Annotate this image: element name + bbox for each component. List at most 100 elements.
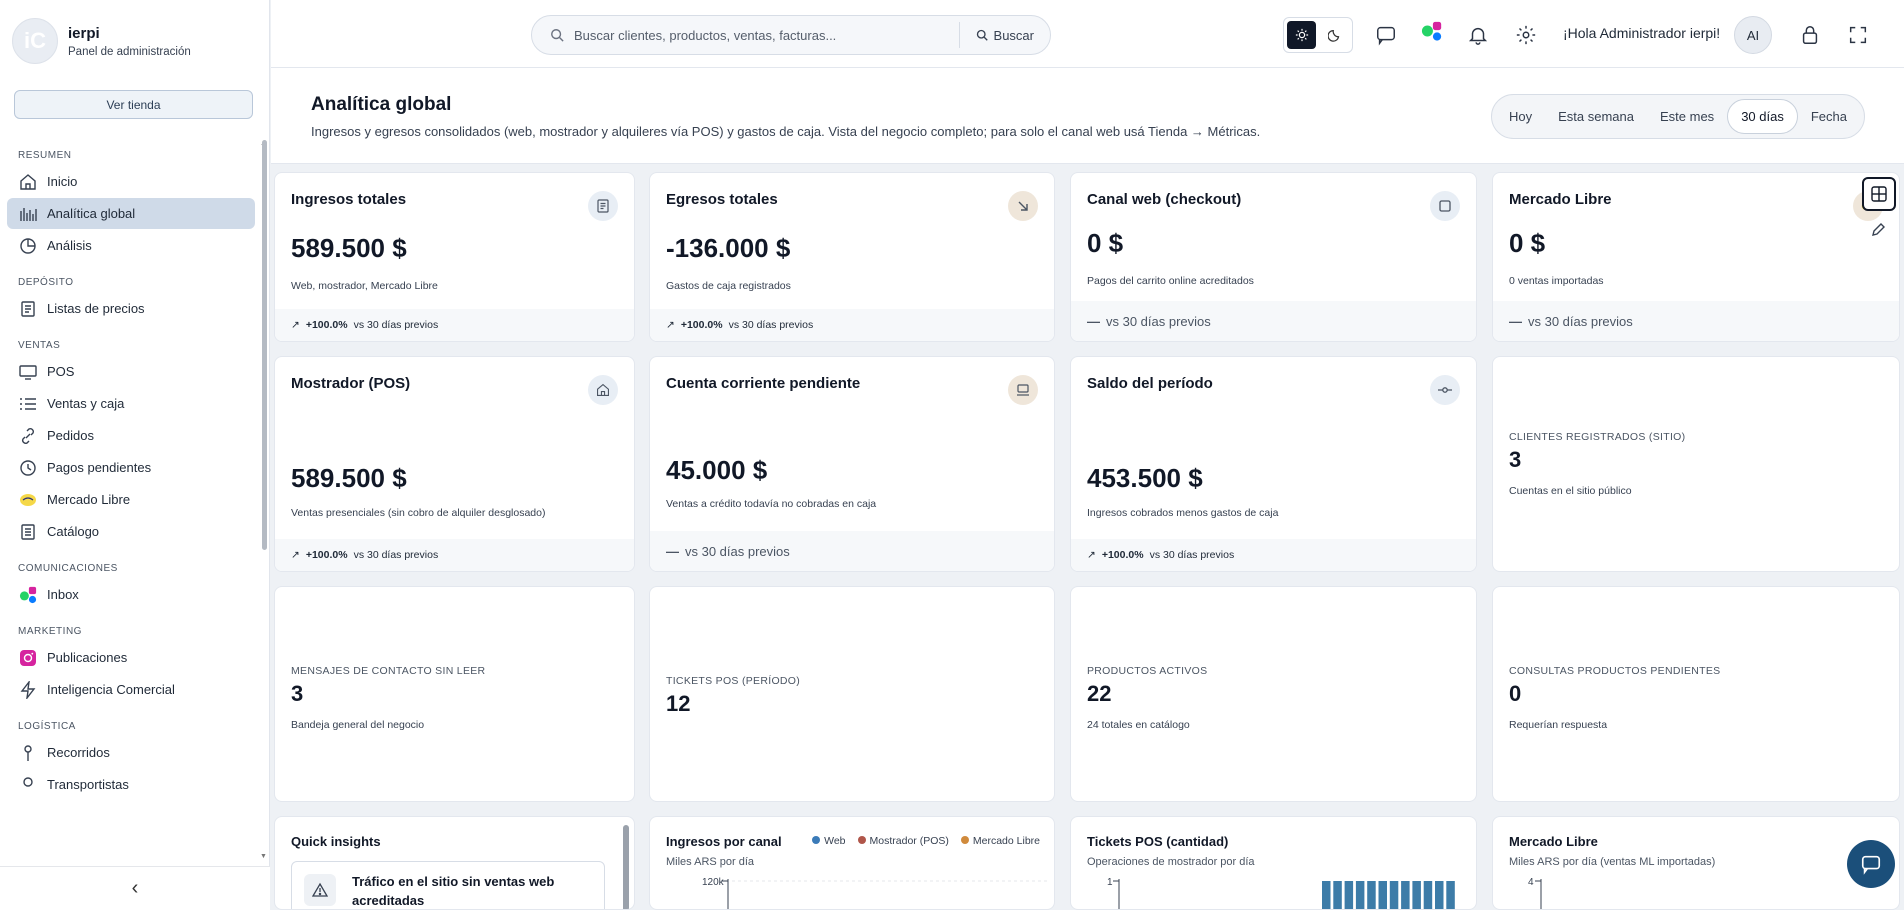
- kpi-title: Cuenta corriente pendiente: [666, 375, 861, 392]
- sidebar-scrollbar[interactable]: [262, 140, 267, 550]
- sidebar-item-catálogo[interactable]: Catálogo: [7, 516, 255, 547]
- arrow-down-right-icon: [1008, 191, 1038, 221]
- pos-bar: [1322, 881, 1331, 909]
- sidebar-item-ventas-y-caja[interactable]: Ventas y caja: [7, 388, 255, 419]
- sidebar-item-listas-de-precios[interactable]: Listas de precios: [7, 293, 255, 324]
- kpi-description: Web, mostrador, Mercado Libre: [291, 280, 438, 292]
- nav-section-title: DEPÓSITO: [18, 277, 74, 288]
- pos-bar: [1389, 881, 1399, 909]
- kpi-footer: — vs 30 días previos: [1493, 301, 1899, 341]
- stat-card: PRODUCTOS ACTIVOS 22 24 totales en catál…: [1070, 586, 1477, 802]
- insights-scrollbar[interactable]: [623, 825, 629, 909]
- messages-icon[interactable]: [1373, 22, 1399, 48]
- sidebar-item-pedidos[interactable]: Pedidos: [7, 420, 255, 451]
- collapse-sidebar-button[interactable]: ‹: [0, 866, 270, 910]
- sidebar-item-transportistas[interactable]: Transportistas: [7, 769, 255, 800]
- lock-icon[interactable]: [1797, 22, 1823, 48]
- trend-up-arrow-icon: ↗: [291, 549, 300, 561]
- sidebar-item-publicaciones[interactable]: Publicaciones: [7, 642, 255, 673]
- nav-section: LOGÍSTICA Recorridos Transportistas: [0, 711, 262, 800]
- social-inbox-icon[interactable]: [1419, 18, 1445, 44]
- kpi-value: -136.000 $: [666, 233, 791, 263]
- sidebar-item-label: POS: [47, 364, 75, 379]
- mercado-libre-chart: Mercado Libre Miles ARS por día (ventas …: [1492, 816, 1900, 910]
- kpi-value: 589.500 $: [291, 233, 407, 263]
- range-tab[interactable]: Hoy: [1496, 99, 1545, 134]
- notifications-bell-icon[interactable]: [1465, 22, 1491, 48]
- stat-value: 3: [291, 681, 304, 706]
- pos-bar: [1435, 881, 1444, 909]
- nav-section: VENTAS POS Ventas y caja Pedidos Pagos pendi…: [0, 330, 262, 547]
- commit-icon: [1430, 375, 1460, 405]
- pos-bar: [1412, 881, 1421, 909]
- kpi-title: Canal web (checkout): [1087, 191, 1242, 208]
- sidebar-item-pagos-pendientes[interactable]: Pagos pendientes: [7, 452, 255, 483]
- kpi-card: Mercado Libre 0 $ 0 ventas importadas — …: [1492, 172, 1900, 342]
- clock-icon: [19, 459, 37, 477]
- stat-value: 3: [1509, 447, 1522, 472]
- dark-theme-button[interactable]: [1320, 21, 1349, 49]
- pos-bar: [1344, 881, 1354, 909]
- kpi-value: 45.000 $: [666, 455, 768, 485]
- sidebar-item-pos[interactable]: POS: [7, 356, 255, 387]
- range-tab[interactable]: Fecha: [1798, 99, 1860, 134]
- square-icon: [1430, 191, 1460, 221]
- range-tab[interactable]: Este mes: [1647, 99, 1727, 134]
- stat-value: 12: [666, 691, 691, 716]
- sidebar-item-inicio[interactable]: Inicio: [7, 166, 255, 197]
- nav-section-title: COMUNICACIONES: [18, 563, 118, 574]
- chat-icon: [1861, 855, 1881, 875]
- stat-description: 24 totales en catálogo: [1087, 719, 1190, 731]
- nav-section-title: MARKETING: [18, 626, 82, 637]
- range-tab[interactable]: 30 días: [1727, 99, 1798, 134]
- date-range-tabs: Hoy Esta semana Este mes 30 días Fecha: [1491, 94, 1865, 139]
- settings-gear-icon[interactable]: [1513, 22, 1539, 48]
- theme-toggle: [1283, 17, 1353, 53]
- insight-item[interactable]: Tráfico en el sitio sin ventas web acred…: [291, 861, 605, 909]
- sidebar-item-recorridos[interactable]: Recorridos: [7, 737, 255, 768]
- kpi-trend: +100.0%: [1101, 549, 1144, 561]
- stat-card: MENSAJES DE CONTACTO SIN LEER 3 Bandeja …: [274, 586, 635, 802]
- range-tab[interactable]: Esta semana: [1545, 99, 1647, 134]
- nav-section: DEPÓSITO Listas de precios: [0, 267, 262, 324]
- brand[interactable]: iC ierpi Panel de administración: [12, 18, 191, 64]
- search-input[interactable]: [574, 27, 959, 43]
- sidebar-item-mercado-libre[interactable]: Mercado Libre: [7, 484, 255, 515]
- stat-label: TICKETS POS (PERÍODO): [666, 675, 801, 687]
- sidebar-item-analítica-global[interactable]: Analítica global: [7, 198, 255, 229]
- lines-icon: [19, 395, 37, 413]
- chart-title: Tickets POS (cantidad): [1087, 834, 1229, 849]
- kpi-compare: vs 30 días previos: [353, 549, 439, 561]
- view-store-button[interactable]: Ver tienda: [14, 90, 253, 119]
- kpi-description: Ventas a crédito todavía no cobradas en …: [666, 498, 877, 510]
- edit-pencil-icon[interactable]: [1870, 222, 1888, 240]
- pos-bar: [1378, 881, 1387, 909]
- trend-up-arrow-icon: ↗: [1087, 549, 1096, 561]
- fullscreen-icon[interactable]: [1845, 22, 1871, 48]
- layout-grid-button[interactable]: [1862, 177, 1896, 211]
- sidebar-item-inteligencia-comercial[interactable]: Inteligencia Comercial: [7, 674, 255, 705]
- kpi-card: Mostrador (POS) 589.500 $ Ventas presenc…: [274, 356, 635, 572]
- kpi-title: Saldo del período: [1087, 375, 1213, 392]
- pos-bar: [1423, 881, 1433, 909]
- user-avatar[interactable]: AI: [1734, 16, 1772, 54]
- kpi-trend: —: [666, 543, 679, 559]
- search-button[interactable]: Buscar: [958, 22, 1050, 48]
- sidebar-item-análisis[interactable]: Análisis: [7, 230, 255, 261]
- legend-web: Web: [812, 835, 846, 847]
- kpi-compare: vs 30 días previos: [728, 319, 814, 331]
- kpi-title: Mercado Libre: [1509, 191, 1612, 208]
- chat-support-button[interactable]: [1847, 840, 1895, 888]
- scroll-down-arrow[interactable]: ▼: [260, 853, 267, 860]
- search-icon: [551, 29, 564, 42]
- brand-logo: iC: [12, 18, 58, 64]
- sidebar-item-label: Listas de precios: [47, 301, 145, 316]
- sidebar-item-label: Análisis: [47, 238, 92, 253]
- light-theme-button[interactable]: [1287, 21, 1316, 49]
- pos-bar: [1446, 881, 1455, 909]
- search-button-label: Buscar: [993, 27, 1034, 43]
- sidebar-item-inbox[interactable]: Inbox: [7, 579, 255, 610]
- kpi-footer: — vs 30 días previos: [1071, 301, 1476, 341]
- kpi-compare: vs 30 días previos: [1528, 313, 1633, 329]
- kpi-trend: —: [1087, 313, 1100, 329]
